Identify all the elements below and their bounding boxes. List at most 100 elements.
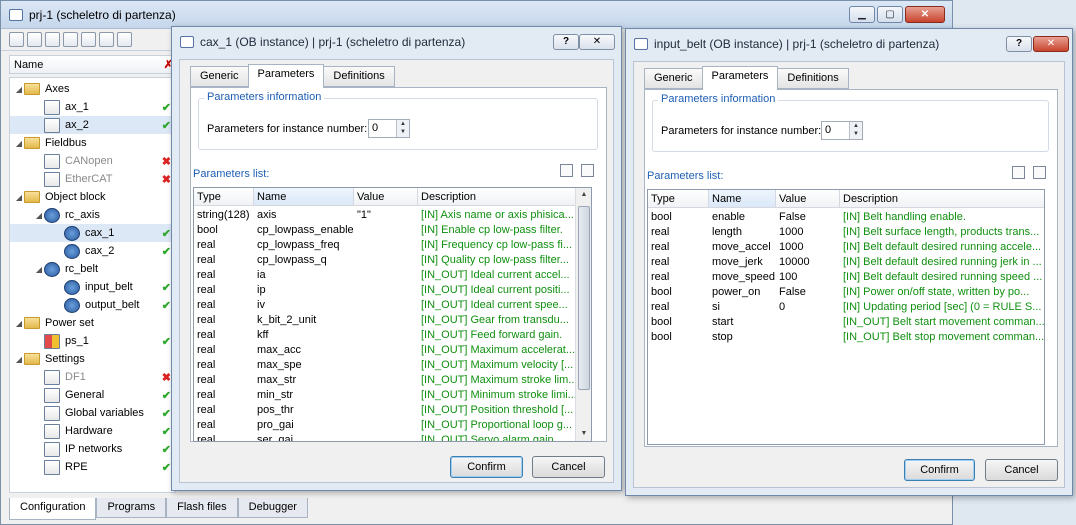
- tree-item[interactable]: ax_1 ✔: [10, 98, 175, 116]
- table-row[interactable]: real max_acc [IN_OUT] Maximum accelerat...: [194, 343, 576, 358]
- table-row[interactable]: real si 0 [IN] Updating period [sec] (0 = R…: [648, 300, 1044, 315]
- help-button[interactable]: ?: [1006, 36, 1032, 52]
- new-icon[interactable]: [27, 32, 42, 47]
- edit-icon[interactable]: [560, 164, 573, 177]
- spin-arrows-icon[interactable]: ▲ ▼: [849, 122, 862, 139]
- table-row[interactable]: real min_str [IN_OUT] Minimum stroke limi.…: [194, 388, 576, 403]
- table-row[interactable]: real ia [IN_OUT] Ideal current accel...: [194, 268, 576, 283]
- table-row[interactable]: real kff [IN_OUT] Feed forward gain.: [194, 328, 576, 343]
- expand-arrow-icon[interactable]: ◢: [14, 355, 24, 364]
- cancel-button[interactable]: Cancel: [985, 459, 1058, 481]
- expand-arrow-icon[interactable]: ◢: [34, 211, 44, 220]
- close-button[interactable]: ✕: [905, 6, 945, 23]
- more-icon[interactable]: [117, 32, 132, 47]
- bottom-tab[interactable]: Configuration: [9, 498, 97, 520]
- eraser-icon[interactable]: [581, 164, 594, 177]
- tree-item[interactable]: ◢ rc_belt: [10, 260, 175, 278]
- column-header[interactable]: Description: [418, 188, 576, 206]
- table-row[interactable]: bool power_on False [IN] Power on/off state…: [648, 285, 1044, 300]
- help-button[interactable]: ?: [553, 34, 579, 50]
- table-row[interactable]: real ser_gai [IN_OUT] Servo alarm gain...: [194, 433, 576, 441]
- confirm-button[interactable]: Confirm: [450, 456, 523, 478]
- tree-item[interactable]: DF1 ✖: [10, 368, 175, 386]
- tree-item[interactable]: ◢ Axes: [10, 80, 175, 98]
- table-row[interactable]: real cp_lowpass_q [IN] Quality cp low-pass…: [194, 253, 576, 268]
- tree-item[interactable]: cax_2 ✔: [10, 242, 175, 260]
- bottom-tab[interactable]: Flash files: [166, 498, 238, 518]
- tree-item[interactable]: EtherCAT ✖: [10, 170, 175, 188]
- tab-parameters[interactable]: Parameters: [701, 66, 779, 90]
- column-header[interactable]: Type: [194, 188, 254, 206]
- table-row[interactable]: real ip [IN_OUT] Ideal current positi...: [194, 283, 576, 298]
- tree-item[interactable]: ◢ Power set: [10, 314, 175, 332]
- table-row[interactable]: real length 1000 [IN] Belt surface length, …: [648, 225, 1044, 240]
- table-row[interactable]: real move_speed 100 [IN] Belt default desir…: [648, 270, 1044, 285]
- tree-item[interactable]: output_belt ✔: [10, 296, 175, 314]
- tab-definitions[interactable]: Definitions: [777, 68, 849, 89]
- tree-item[interactable]: ◢ Fieldbus: [10, 134, 175, 152]
- table-row[interactable]: bool enable False [IN] Belt handling enable…: [648, 210, 1044, 225]
- instance-number-input[interactable]: 0 ▲ ▼: [368, 119, 410, 138]
- new-child-icon[interactable]: [45, 32, 60, 47]
- cancel-button[interactable]: Cancel: [532, 456, 605, 478]
- delete-icon[interactable]: [63, 32, 78, 47]
- column-header[interactable]: Description: [840, 190, 1044, 208]
- table-row[interactable]: real cp_lowpass_freq [IN] Frequency cp low…: [194, 238, 576, 253]
- properties-icon[interactable]: [9, 32, 24, 47]
- table-row[interactable]: real pos_thr [IN_OUT] Position threshold […: [194, 403, 576, 418]
- table-row[interactable]: real move_jerk 10000 [IN] Belt default desi…: [648, 255, 1044, 270]
- tree-item[interactable]: IP networks ✔: [10, 440, 175, 458]
- eraser-icon[interactable]: [1033, 166, 1046, 179]
- maximize-button[interactable]: ▢: [877, 6, 903, 23]
- table-row[interactable]: string(128) axis "1" [IN] Axis name or axis…: [194, 208, 576, 223]
- expand-arrow-icon[interactable]: ◢: [34, 265, 44, 274]
- table-row[interactable]: real k_bit_2_unit [IN_OUT] Gear from trans…: [194, 313, 576, 328]
- scroll-up-icon[interactable]: ▲: [576, 188, 591, 202]
- tree-item[interactable]: CANopen ✖: [10, 152, 175, 170]
- scroll-down-icon[interactable]: ▼: [576, 427, 591, 441]
- column-header[interactable]: Value: [354, 188, 418, 206]
- tree-header[interactable]: Name ✗: [9, 55, 176, 74]
- table-row[interactable]: bool stop [IN_OUT] Belt stop movement comm…: [648, 330, 1044, 345]
- tab-definitions[interactable]: Definitions: [323, 66, 395, 87]
- table-row[interactable]: real iv [IN_OUT] Ideal current spee...: [194, 298, 576, 313]
- tree-item[interactable]: General ✔: [10, 386, 175, 404]
- bottom-tab[interactable]: Debugger: [237, 498, 308, 518]
- vertical-scrollbar[interactable]: ▲ ▼: [575, 188, 591, 441]
- tree-item[interactable]: input_belt ✔: [10, 278, 175, 296]
- expand-arrow-icon[interactable]: ◢: [14, 85, 24, 94]
- column-header[interactable]: Type: [648, 190, 709, 208]
- table-row[interactable]: bool start [IN_OUT] Belt start movement co…: [648, 315, 1044, 330]
- edit-icon[interactable]: [1012, 166, 1025, 179]
- expand-arrow-icon[interactable]: ◢: [14, 139, 24, 148]
- minimize-button[interactable]: ▁: [849, 6, 875, 23]
- table-row[interactable]: bool cp_lowpass_enable [IN] Enable cp low-…: [194, 223, 576, 238]
- tree-item[interactable]: ax_2 ✔: [10, 116, 175, 134]
- confirm-button[interactable]: Confirm: [904, 459, 975, 481]
- paste-icon[interactable]: [99, 32, 114, 47]
- dialog-close-button[interactable]: ✕: [579, 34, 615, 50]
- table-row[interactable]: real max_str [IN_OUT] Maximum stroke lim..…: [194, 373, 576, 388]
- bottom-tab[interactable]: Programs: [96, 498, 167, 518]
- expand-arrow-icon[interactable]: ◢: [14, 319, 24, 328]
- dialog-close-button[interactable]: ✕: [1033, 36, 1069, 52]
- column-header[interactable]: Value: [776, 190, 840, 208]
- column-header[interactable]: Name: [254, 188, 354, 206]
- instance-number-input[interactable]: 0 ▲ ▼: [821, 121, 863, 140]
- tree-item[interactable]: RPE ✔: [10, 458, 175, 476]
- scroll-thumb[interactable]: [578, 206, 590, 390]
- tree-item[interactable]: cax_1 ✔: [10, 224, 175, 242]
- copy-icon[interactable]: [81, 32, 96, 47]
- expand-arrow-icon[interactable]: ◢: [14, 193, 24, 202]
- spin-arrows-icon[interactable]: ▲ ▼: [396, 120, 409, 137]
- table-row[interactable]: real move_accel 1000 [IN] Belt default desi…: [648, 240, 1044, 255]
- tree-item[interactable]: ◢ Object block: [10, 188, 175, 206]
- column-header[interactable]: Name: [709, 190, 776, 208]
- table-row[interactable]: real pro_gai [IN_OUT] Proportional loop g.…: [194, 418, 576, 433]
- tab-generic[interactable]: Generic: [190, 66, 249, 87]
- tab-parameters[interactable]: Parameters: [247, 64, 325, 88]
- table-row[interactable]: real max_spe [IN_OUT] Maximum velocity [..…: [194, 358, 576, 373]
- tree-item[interactable]: ◢ Settings: [10, 350, 175, 368]
- tree-item[interactable]: Global variables ✔: [10, 404, 175, 422]
- tab-generic[interactable]: Generic: [644, 68, 703, 89]
